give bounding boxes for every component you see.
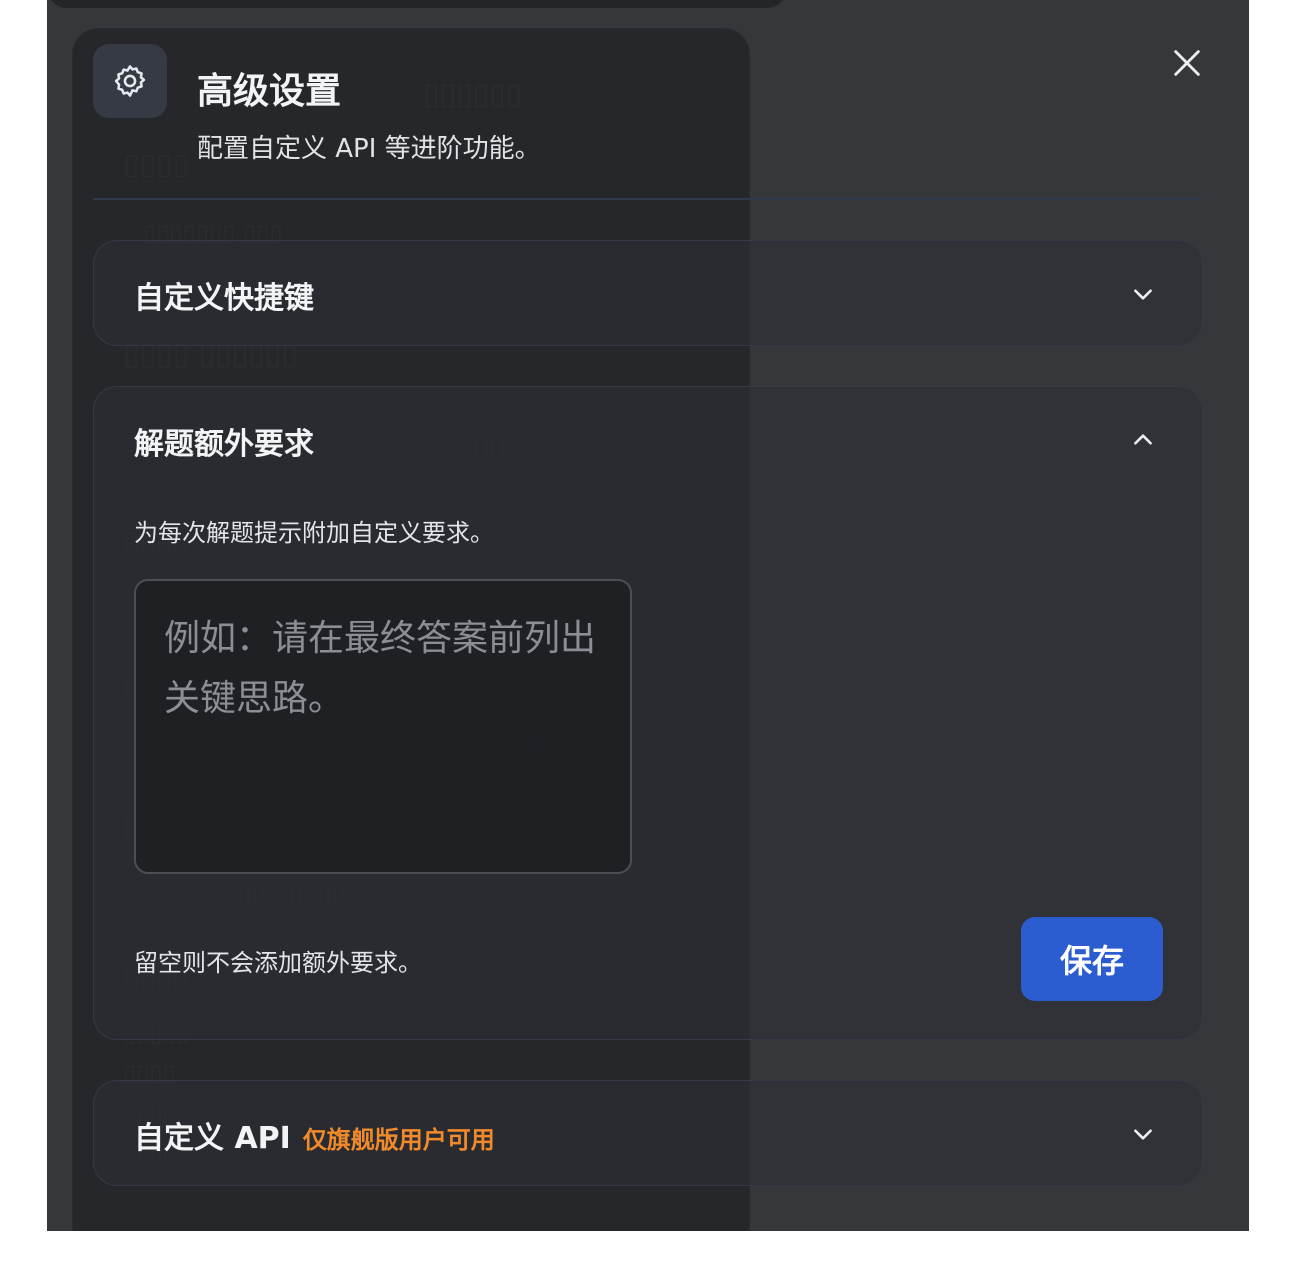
- dialog-subtitle: 配置自定义 API 等进阶功能。: [197, 134, 541, 164]
- shortcuts-section[interactable]: 自定义快捷键: [93, 240, 1203, 346]
- dialog-title: 高级设置: [197, 71, 342, 112]
- header-divider: [93, 198, 1203, 200]
- gear-icon: [93, 44, 167, 118]
- close-icon[interactable]: [1162, 38, 1212, 88]
- flagship-only-badge: 仅旗舰版用户可用: [302, 1126, 495, 1154]
- chevron-down-icon[interactable]: [1128, 279, 1158, 309]
- custom-api-section-title: 自定义 API 仅旗舰版用户可用: [134, 1113, 495, 1157]
- extra-requirements-hint: 留空则不会添加额外要求。: [134, 949, 422, 977]
- shortcuts-section-title: 自定义快捷键: [134, 281, 314, 316]
- custom-api-title-text: 自定义 API: [134, 1121, 291, 1156]
- chevron-up-icon[interactable]: [1128, 425, 1158, 455]
- save-button[interactable]: 保存: [1021, 917, 1163, 1001]
- extra-requirements-section: 解题额外要求 为每次解题提示附加自定义要求。 留空则不会添加额外要求。 保存: [93, 386, 1203, 1040]
- extra-requirements-input[interactable]: [134, 579, 632, 874]
- extra-requirements-section-title: 解题额外要求: [134, 427, 314, 462]
- advanced-settings-dialog: 高级设置 配置自定义 API 等进阶功能。 自定义快捷键 解题额外要求 为每次解…: [47, 0, 1249, 1231]
- chevron-down-icon[interactable]: [1128, 1119, 1158, 1149]
- custom-api-section[interactable]: 自定义 API 仅旗舰版用户可用: [93, 1080, 1203, 1186]
- extra-requirements-description: 为每次解题提示附加自定义要求。: [134, 519, 494, 547]
